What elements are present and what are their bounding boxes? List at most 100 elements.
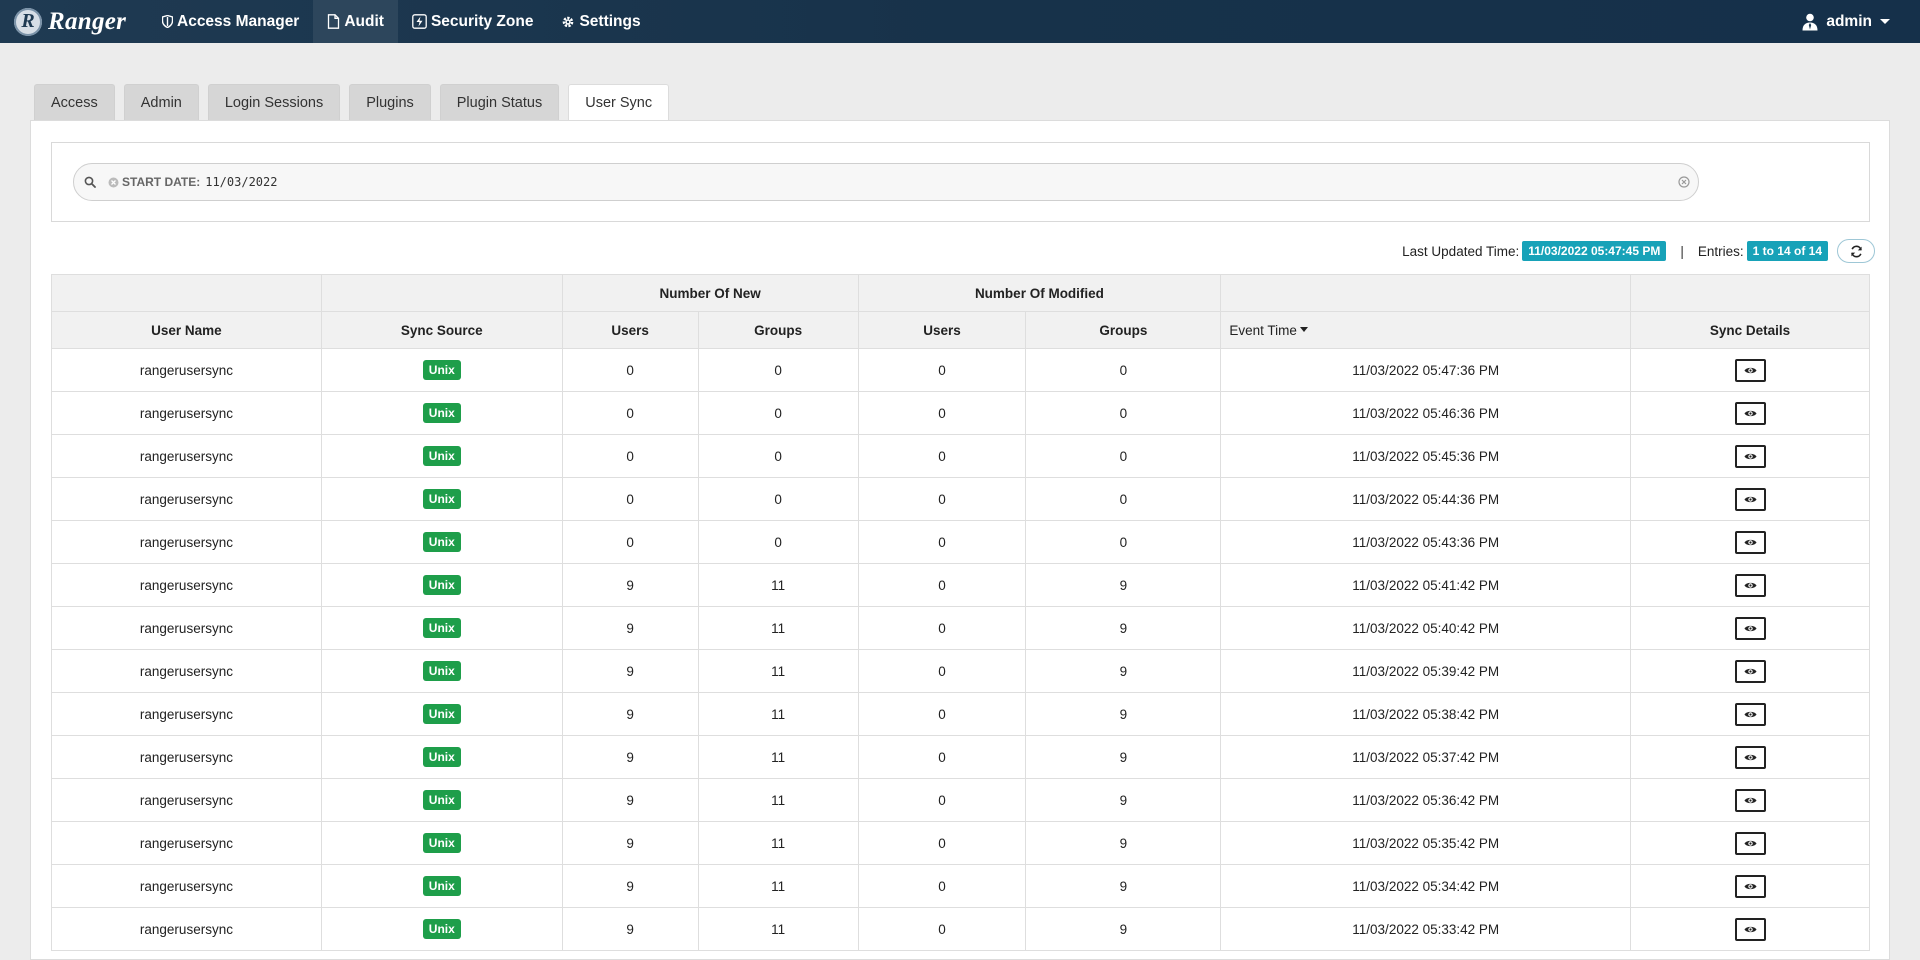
cell-modified-users: 0 bbox=[857, 907, 1027, 951]
user-name: admin bbox=[1826, 12, 1872, 30]
cell-sync-source: Unix bbox=[320, 649, 563, 693]
cell-modified-users: 0 bbox=[857, 692, 1027, 736]
sync-source-badge: Unix bbox=[422, 446, 461, 466]
header-number-of-new: Number Of New bbox=[561, 274, 859, 312]
cell-event-time: 11/03/2022 05:35:42 PM bbox=[1220, 821, 1632, 865]
cell-modified-groups: 9 bbox=[1025, 735, 1222, 779]
table-body: rangerusersync Unix 0 0 0 0 11/03/2022 0… bbox=[51, 348, 1870, 951]
nav-audit[interactable]: Audit bbox=[313, 0, 398, 43]
header-blank bbox=[320, 274, 563, 312]
search-facet-start-date[interactable]: START DATE: 11/03/2022 bbox=[108, 175, 277, 189]
cell-modified-users: 0 bbox=[857, 864, 1027, 908]
table-row: rangerusersync Unix 0 0 0 0 11/03/2022 0… bbox=[51, 434, 1870, 478]
header-group-row: Number Of New Number Of Modified bbox=[51, 274, 1870, 312]
nav-access-manager[interactable]: Access Manager bbox=[148, 0, 313, 43]
cell-modified-users: 0 bbox=[857, 477, 1027, 521]
view-sync-details-button[interactable] bbox=[1734, 487, 1766, 511]
view-sync-details-button[interactable] bbox=[1734, 616, 1766, 640]
cell-sync-source: Unix bbox=[320, 520, 563, 564]
eye-icon bbox=[1744, 753, 1757, 762]
search-input[interactable]: START DATE: 11/03/2022 bbox=[73, 163, 1699, 201]
cell-modified-groups: 9 bbox=[1025, 821, 1222, 865]
clear-search-icon[interactable] bbox=[1678, 176, 1690, 188]
header-blank bbox=[1220, 274, 1632, 312]
sync-source-badge: Unix bbox=[422, 661, 461, 681]
cell-modified-groups: 0 bbox=[1025, 477, 1222, 521]
cell-new-users: 0 bbox=[561, 520, 699, 564]
cell-user-name: rangerusersync bbox=[51, 520, 322, 564]
eye-icon bbox=[1744, 925, 1757, 934]
eye-icon bbox=[1744, 710, 1757, 719]
cell-user-name: rangerusersync bbox=[51, 692, 322, 736]
cell-new-groups: 11 bbox=[697, 864, 859, 908]
eye-icon bbox=[1744, 796, 1757, 805]
tab-access[interactable]: Access bbox=[34, 84, 115, 120]
nav-settings[interactable]: Settings bbox=[547, 0, 654, 43]
col-user-name: User Name bbox=[51, 311, 322, 349]
cell-user-name: rangerusersync bbox=[51, 821, 322, 865]
tab-login-sessions[interactable]: Login Sessions bbox=[207, 84, 341, 120]
sync-source-badge: Unix bbox=[422, 575, 461, 595]
view-sync-details-button[interactable] bbox=[1734, 874, 1766, 898]
nav-access-manager-label: Access Manager bbox=[177, 12, 300, 30]
view-sync-details-button[interactable] bbox=[1734, 702, 1766, 726]
user-menu[interactable]: admin bbox=[1802, 0, 1890, 43]
last-updated-label: Last Updated Time: bbox=[1402, 243, 1520, 259]
facet-value[interactable]: 11/03/2022 bbox=[205, 175, 277, 189]
cell-event-time: 11/03/2022 05:40:42 PM bbox=[1220, 606, 1632, 650]
last-updated-badge: 11/03/2022 05:47:45 PM bbox=[1522, 241, 1667, 261]
facet-label: START DATE: bbox=[122, 175, 201, 189]
cell-new-groups: 11 bbox=[697, 735, 859, 779]
table-row: rangerusersync Unix 0 0 0 0 11/03/2022 0… bbox=[51, 520, 1870, 564]
table-row: rangerusersync Unix 9 11 0 9 11/03/2022 … bbox=[51, 907, 1870, 951]
cell-sync-details bbox=[1630, 434, 1870, 478]
view-sync-details-button[interactable] bbox=[1734, 444, 1766, 468]
brand[interactable]: R Ranger bbox=[0, 0, 148, 43]
entries-badge: 1 to 14 of 14 bbox=[1746, 241, 1828, 261]
tab-plugins[interactable]: Plugins bbox=[349, 84, 431, 120]
tab-admin[interactable]: Admin bbox=[123, 84, 199, 120]
cell-sync-details bbox=[1630, 477, 1870, 521]
user-icon bbox=[1802, 13, 1818, 31]
gear-icon bbox=[561, 15, 575, 29]
cell-new-groups: 11 bbox=[697, 563, 859, 607]
view-sync-details-button[interactable] bbox=[1734, 831, 1766, 855]
cell-sync-details bbox=[1630, 649, 1870, 693]
header-blank bbox=[1630, 274, 1870, 312]
cell-modified-groups: 9 bbox=[1025, 692, 1222, 736]
tab-plugin-status[interactable]: Plugin Status bbox=[439, 84, 560, 120]
view-sync-details-button[interactable] bbox=[1734, 788, 1766, 812]
cell-user-name: rangerusersync bbox=[51, 391, 322, 435]
refresh-button[interactable] bbox=[1837, 239, 1875, 263]
table-row: rangerusersync Unix 0 0 0 0 11/03/2022 0… bbox=[51, 348, 1870, 392]
cell-event-time: 11/03/2022 05:34:42 PM bbox=[1220, 864, 1632, 908]
cell-sync-details bbox=[1630, 778, 1870, 822]
info-separator: | bbox=[1680, 243, 1684, 259]
cell-sync-details bbox=[1630, 391, 1870, 435]
tab-user-sync[interactable]: User Sync bbox=[568, 84, 670, 121]
sync-source-badge: Unix bbox=[422, 360, 461, 380]
cell-modified-groups: 9 bbox=[1025, 649, 1222, 693]
view-sync-details-button[interactable] bbox=[1734, 917, 1766, 941]
cell-event-time: 11/03/2022 05:37:42 PM bbox=[1220, 735, 1632, 779]
nav-security-zone[interactable]: Security Zone bbox=[398, 0, 548, 43]
table-row: rangerusersync Unix 0 0 0 0 11/03/2022 0… bbox=[51, 477, 1870, 521]
col-event-time[interactable]: Event Time bbox=[1220, 311, 1632, 349]
table-row: rangerusersync Unix 9 11 0 9 11/03/2022 … bbox=[51, 606, 1870, 650]
cell-new-groups: 11 bbox=[697, 606, 859, 650]
table-row: rangerusersync Unix 9 11 0 9 11/03/2022 … bbox=[51, 692, 1870, 736]
view-sync-details-button[interactable] bbox=[1734, 530, 1766, 554]
view-sync-details-button[interactable] bbox=[1734, 401, 1766, 425]
cell-event-time: 11/03/2022 05:38:42 PM bbox=[1220, 692, 1632, 736]
remove-facet-icon[interactable] bbox=[108, 177, 119, 188]
view-sync-details-button[interactable] bbox=[1734, 745, 1766, 769]
view-sync-details-button[interactable] bbox=[1734, 659, 1766, 683]
header-blank bbox=[51, 274, 322, 312]
view-sync-details-button[interactable] bbox=[1734, 358, 1766, 382]
cell-new-users: 9 bbox=[561, 778, 699, 822]
cell-event-time: 11/03/2022 05:41:42 PM bbox=[1220, 563, 1632, 607]
nav-security-zone-label: Security Zone bbox=[430, 12, 534, 30]
cell-new-groups: 0 bbox=[697, 520, 859, 564]
view-sync-details-button[interactable] bbox=[1734, 573, 1766, 597]
header-column-row: User Name Sync Source Users Groups Users… bbox=[51, 311, 1870, 349]
